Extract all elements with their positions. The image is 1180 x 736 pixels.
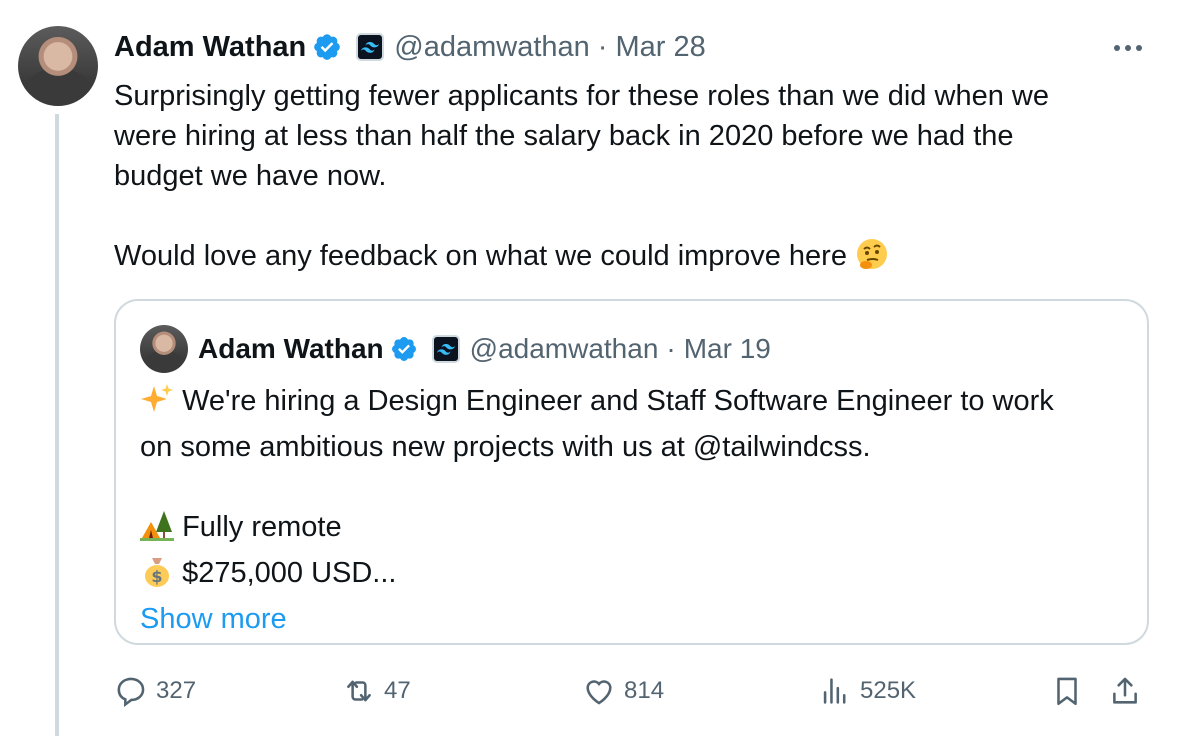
tailwind-affiliate-badge-icon [431,335,460,363]
sparkles-emoji-icon [140,382,174,427]
tweet-header: Adam Wathan @adamwathan · Mar 28 [114,26,706,68]
quoted-tweet[interactable]: Adam Wathan @adamwathan · Mar 19 We're h… [114,299,1149,645]
quoted-tweet-timestamp: Mar 19 [683,333,771,364]
quoted-tweet-header: Adam Wathan @adamwathan · Mar 19 [140,325,771,373]
reply-button[interactable]: 327 [114,668,196,714]
quoted-text-line: $ $275,000 USD... [140,553,1130,599]
bookmark-icon [1057,677,1077,706]
like-button[interactable]: 814 [582,668,664,714]
verified-badge-icon [390,335,418,363]
bookmark-button[interactable] [1050,668,1092,714]
quoted-text-line: Fully remote [140,507,1130,553]
money-bag-emoji-icon: $ [140,554,174,599]
tweet-text-line-4: Would love any feedback on what we could… [114,240,847,272]
tweet-text-line: Surprisingly getting fewer applicants fo… [114,80,1049,112]
repost-icon [347,680,371,702]
quoted-author-avatar [140,325,188,373]
author-avatar[interactable] [18,26,98,106]
show-more-link[interactable]: Show more [140,599,1130,639]
tweet-actions: 327 47 814 525K [114,668,1154,714]
views-chart-icon [823,678,846,704]
quoted-author-name: Adam Wathan [198,333,384,364]
quoted-text-line: We're hiring a Design Engineer and Staff… [140,381,1130,427]
more-options-icon[interactable] [1110,30,1146,66]
repost-count: 47 [384,677,411,704]
views-button[interactable]: 525K [818,668,916,714]
reply-icon [117,677,145,708]
quoted-text-line-3: Fully remote [182,511,342,543]
share-button[interactable] [1108,668,1150,714]
share-icon [1113,677,1137,704]
like-count: 814 [624,677,665,704]
repost-button[interactable]: 47 [342,668,411,714]
tweet-text: Surprisingly getting fewer applicants fo… [114,76,1144,282]
quoted-text-line-4: $275,000 USD... [182,557,397,589]
camping-emoji-icon [140,508,174,553]
quoted-text-line-1: We're hiring a Design Engineer and Staff… [182,385,1054,417]
tweet-text-line: were hiring at less than half the salary… [114,120,1014,152]
separator-dot: · [597,30,608,63]
quoted-text-line: on some ambitious new projects with us a… [140,431,871,463]
reply-count: 327 [156,677,197,704]
tailwind-affiliate-badge-icon[interactable] [356,33,385,61]
quoted-author-handle: @adamwathan [469,333,659,364]
views-count: 525K [860,677,917,704]
thread-line [55,114,59,736]
quoted-tweet-text: We're hiring a Design Engineer and Staff… [140,381,1130,639]
tweet-text-line: Would love any feedback on what we could… [114,236,1144,282]
tweet: Adam Wathan @adamwathan · Mar 28 Surpris… [0,0,1180,736]
author-name[interactable]: Adam Wathan [114,31,306,64]
tweet-timestamp[interactable]: Mar 28 [615,31,705,64]
separator-dot: · [666,333,676,364]
author-handle[interactable]: @adamwathan [394,31,590,64]
verified-badge-icon[interactable] [312,32,342,62]
heart-icon [586,680,612,705]
thinking-face-emoji-icon [855,237,889,282]
svg-text:$: $ [151,567,162,586]
tweet-text-line: budget we have now. [114,160,387,192]
